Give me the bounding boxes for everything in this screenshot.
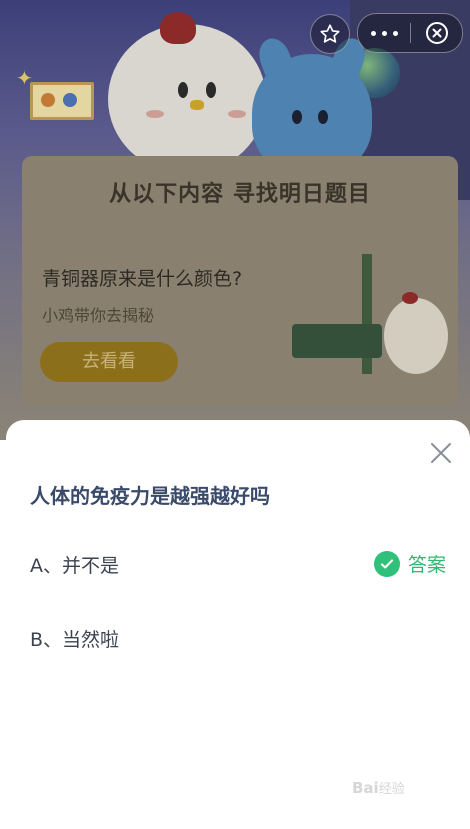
background-banner: ✦ 从以下内容 寻找明日题目 青铜器原来是什么颜色? 小鸡带你去揭秘 去看看	[0, 0, 470, 440]
quiz-question: 人体的免疫力是越强越好吗	[30, 484, 270, 508]
bronze-illustration	[292, 254, 452, 384]
star-icon	[320, 24, 340, 43]
more-button[interactable]	[358, 14, 410, 52]
close-icon	[431, 443, 451, 463]
quiz-sheet: 人体的免疫力是越强越好吗 A、并不是 答案 B、当然啦	[6, 420, 470, 829]
chicken-mascot	[108, 12, 266, 174]
option-b[interactable]: B、当然啦	[30, 625, 119, 652]
option-a[interactable]: A、并不是	[30, 551, 119, 578]
watermark: Bai经验	[352, 778, 405, 797]
exit-button[interactable]	[411, 14, 462, 52]
go-see-button[interactable]: 去看看	[40, 342, 178, 382]
watermark-suffix: 经验	[378, 782, 405, 797]
close-circle-icon	[425, 22, 448, 44]
card-title: 青铜器原来是什么颜色?	[42, 268, 243, 290]
banner-heading: 从以下内容 寻找明日题目	[109, 182, 371, 207]
sheet-close-button[interactable]	[428, 440, 454, 466]
favorite-button[interactable]	[310, 14, 350, 54]
mini-program-capsule	[357, 13, 463, 53]
watermark-brand: Bai	[352, 779, 379, 797]
promo-card: 从以下内容 寻找明日题目 青铜器原来是什么颜色? 小鸡带你去揭秘 去看看	[22, 156, 458, 406]
medal-frame	[30, 82, 94, 120]
check-circle-icon	[374, 550, 400, 577]
answer-label: 答案	[408, 554, 447, 576]
card-subtitle: 小鸡带你去揭秘	[42, 306, 155, 325]
more-icon	[368, 30, 401, 36]
correct-answer-badge: 答案	[374, 550, 446, 577]
